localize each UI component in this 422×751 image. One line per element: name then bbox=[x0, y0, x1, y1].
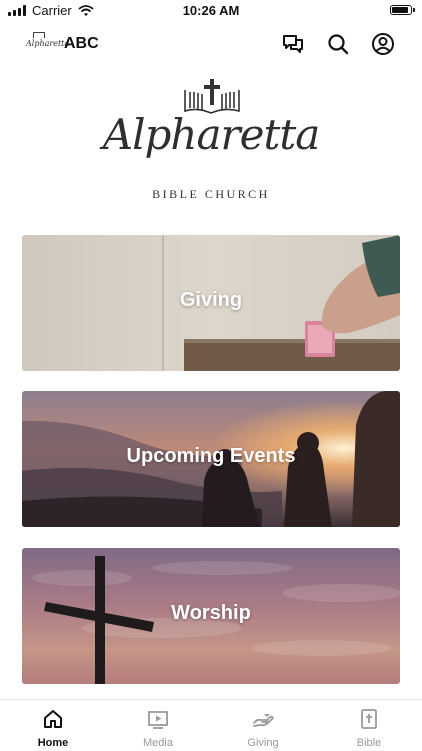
search-icon[interactable] bbox=[326, 32, 350, 56]
app-header: Alpharetta ABC bbox=[0, 22, 422, 66]
chat-icon[interactable] bbox=[281, 32, 305, 56]
home-icon bbox=[44, 710, 62, 728]
giving-card[interactable]: Giving bbox=[22, 235, 400, 371]
media-icon bbox=[148, 711, 168, 729]
giving-hand-icon bbox=[253, 714, 274, 727]
church-name-script: Alpharetta bbox=[102, 110, 320, 159]
status-time: 10:26 AM bbox=[182, 3, 240, 18]
tab-giving[interactable]: Giving bbox=[223, 700, 303, 751]
battery-icon bbox=[390, 5, 415, 15]
worship-card[interactable]: Worship bbox=[22, 548, 400, 684]
upcoming-events-card[interactable]: Upcoming Events bbox=[22, 391, 400, 527]
tab-media[interactable]: Media bbox=[118, 700, 198, 751]
church-subtitle: BIBLE CHURCH bbox=[152, 187, 270, 201]
worship-card-label: Worship bbox=[171, 602, 251, 624]
profile-icon[interactable] bbox=[371, 32, 395, 56]
tab-bible-label: Bible bbox=[356, 737, 382, 749]
church-mini-logo[interactable]: Alpharetta bbox=[26, 32, 69, 56]
church-logo: Alpharetta BIBLE CHURCH bbox=[100, 76, 322, 206]
tab-bible[interactable]: Bible bbox=[329, 700, 409, 751]
bible-icon bbox=[361, 709, 377, 729]
tab-home[interactable]: Home bbox=[13, 700, 93, 751]
tab-media-label: Media bbox=[143, 737, 173, 749]
giving-card-label: Giving bbox=[179, 289, 243, 311]
status-bar: Carrier 10:26 AM bbox=[0, 0, 422, 22]
upcoming-events-card-label: Upcoming Events bbox=[126, 445, 296, 467]
tab-giving-label: Giving bbox=[247, 737, 279, 749]
tab-bar: Home Media Giving Bible bbox=[0, 699, 422, 751]
app-name: ABC bbox=[64, 35, 99, 52]
tab-home-label: Home bbox=[37, 737, 69, 749]
